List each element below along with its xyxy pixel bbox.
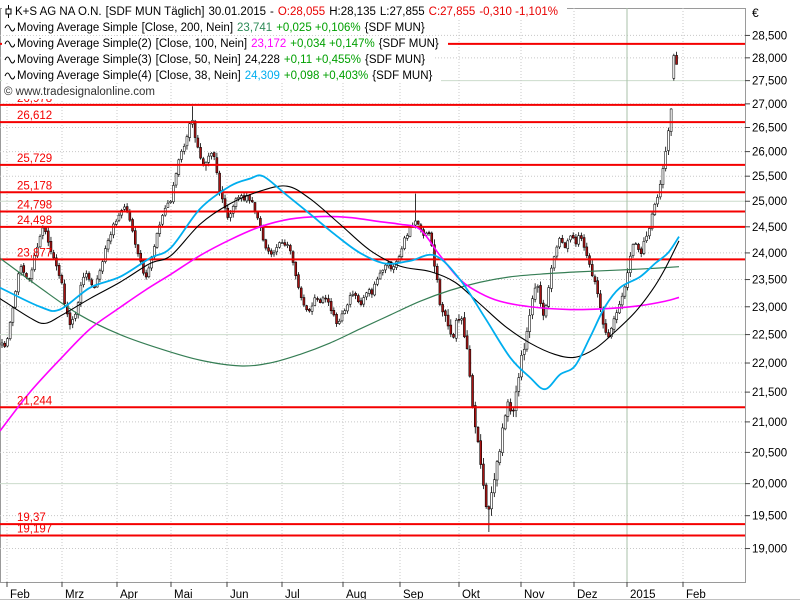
x-month-label: Aug <box>346 589 366 600</box>
x-month-label: Mai <box>174 589 193 600</box>
x-month-label: Feb <box>686 589 706 600</box>
y-tick-label: 28,000 <box>752 53 787 65</box>
support-line-label: 19,197 <box>17 523 52 535</box>
x-month-label: Dez <box>577 589 598 600</box>
indicator-name: Moving Average Simple <box>17 22 138 34</box>
legend: K+S AG NA O.N. [SDF MUN Täglich] 30.01.2… <box>2 4 567 100</box>
separator: - <box>270 6 274 18</box>
indicator-name: Moving Average Simple(2) <box>17 38 152 50</box>
quote-close: C:27,855 <box>429 6 476 18</box>
support-line-label: 26,612 <box>17 110 52 122</box>
indicator-change: +0,11 +0,455% <box>284 54 361 66</box>
instrument-name: K+S AG NA O.N. <box>15 6 102 18</box>
quote-low: L:27,855 <box>380 6 425 18</box>
support-line-label: 24,498 <box>17 215 52 227</box>
x-month-label: Okt <box>462 589 481 600</box>
y-tick-label: 24,500 <box>752 222 787 234</box>
x-month-label: Jun <box>230 589 249 600</box>
wave-icon <box>4 39 15 49</box>
support-line-label: 25,178 <box>17 180 52 192</box>
quote-date: 30.01.2015 <box>208 6 266 18</box>
y-tick-label: 22,000 <box>752 358 787 370</box>
support-line-label: 19,37 <box>17 512 46 524</box>
instrument-context: [SDF MUN Täglich] <box>106 6 205 18</box>
y-tick-label: 26,000 <box>752 147 787 159</box>
legend-indicator-row-ma200[interactable]: Moving Average Simple [Close, 200, Nein]… <box>2 20 434 35</box>
legend-indicator-row-ma50[interactable]: Moving Average Simple(3) [Close, 50, Nei… <box>2 52 434 67</box>
support-line-label: 21,244 <box>17 395 53 407</box>
indicator-symbol: {SDF MUN} <box>365 22 425 34</box>
indicator-params: [Close, 38, Nein] <box>156 70 241 82</box>
y-tick-label: 20,000 <box>752 479 787 491</box>
x-month-label: Mrz <box>65 589 84 600</box>
support-line-label: 23,877 <box>17 247 52 259</box>
quote-high: H:28,135 <box>329 6 376 18</box>
indicator-name: Moving Average Simple(3) <box>17 54 152 66</box>
currency-label: € <box>752 6 759 20</box>
y-tick-label: 27,500 <box>752 76 787 88</box>
wave-icon <box>4 71 15 81</box>
watermark-text: © www.tradesignalonline.com <box>4 86 155 98</box>
x-month-label: Feb <box>10 589 30 600</box>
support-line-label: 24,798 <box>17 200 52 212</box>
y-tick-label: 27,000 <box>752 99 787 111</box>
wave-icon <box>4 23 15 33</box>
indicator-change: +0,034 +0,147% <box>290 38 374 50</box>
y-tick-label: 19,500 <box>752 511 787 523</box>
y-tick-label: 22,500 <box>752 330 787 342</box>
x-month-label: Nov <box>524 589 545 600</box>
indicator-change: +0,098 +0,403% <box>284 70 368 82</box>
indicator-symbol: {SDF MUN} <box>372 70 432 82</box>
quote-open: O:28,055 <box>278 6 325 18</box>
y-tick-label: 25,000 <box>752 196 787 208</box>
y-tick-label: 26,500 <box>752 123 787 135</box>
indicator-value: 23,741 <box>237 22 272 34</box>
legend-indicator-row-ma100[interactable]: Moving Average Simple(2) [Close, 100, Ne… <box>2 36 448 51</box>
y-tick-label: 23,000 <box>752 302 787 314</box>
wave-icon <box>4 55 15 65</box>
y-tick-label: 21,500 <box>752 387 787 399</box>
indicator-value: 24,309 <box>245 70 280 82</box>
indicator-value: 23,172 <box>251 38 286 50</box>
y-tick-label: 19,000 <box>752 544 787 556</box>
indicator-params: [Close, 50, Nein] <box>156 54 241 66</box>
y-tick-label: 28,500 <box>752 30 787 42</box>
indicator-params: [Close, 200, Nein] <box>142 22 233 34</box>
legend-instrument-row[interactable]: K+S AG NA O.N. [SDF MUN Täglich] 30.01.2… <box>2 4 567 19</box>
x-month-label: 2015 <box>630 589 656 600</box>
indicator-params: [Close, 100, Nein] <box>156 38 247 50</box>
x-month-label: Jul <box>285 589 300 600</box>
chart-window: { "legend": { "instrument": { "name": "K… <box>0 0 800 600</box>
y-tick-label: 24,000 <box>752 248 787 260</box>
y-tick-label: 20,500 <box>752 447 787 459</box>
y-tick-label: 25,500 <box>752 171 787 183</box>
x-month-label: Sep <box>403 589 423 600</box>
indicator-symbol: {SDF MUN} <box>365 54 425 66</box>
indicator-symbol: {SDF MUN} <box>379 38 439 50</box>
watermark: © www.tradesignalonline.com <box>2 84 164 99</box>
indicator-value: 24,228 <box>245 54 280 66</box>
indicator-name: Moving Average Simple(4) <box>17 70 152 82</box>
indicator-change: +0,025 +0,106% <box>276 22 360 34</box>
y-tick-label: 21,000 <box>752 417 787 429</box>
legend-indicator-row-ma38[interactable]: Moving Average Simple(4) [Close, 38, Nei… <box>2 68 441 83</box>
support-line-label: 25,729 <box>17 153 52 165</box>
y-tick-label: 23,500 <box>752 275 787 287</box>
x-month-label: Apr <box>120 589 138 600</box>
candlestick-icon <box>4 5 13 18</box>
quote-change: -0,310 -1,101% <box>479 6 558 18</box>
